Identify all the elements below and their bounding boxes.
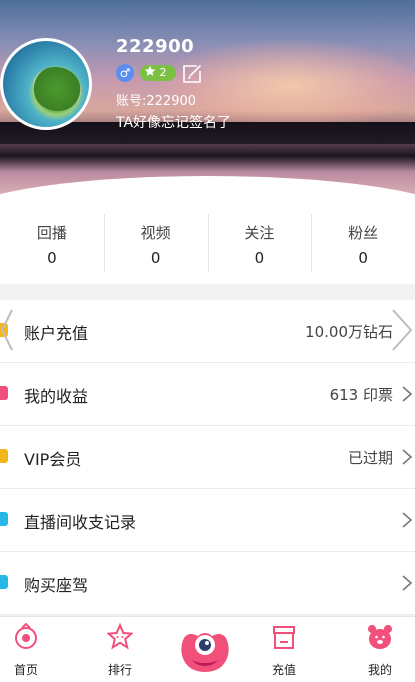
- stat-value: 0: [358, 249, 368, 267]
- records-icon: [0, 512, 8, 526]
- star-icon: [107, 623, 133, 650]
- profile-page: 222900 ♂ 2 账号:222900 TA好像忘记签名了 回播 0 视频 0…: [0, 0, 415, 682]
- edit-icon[interactable]: [181, 63, 203, 85]
- star-icon: [144, 65, 156, 76]
- avatar-image: [33, 67, 81, 111]
- earnings-icon: [0, 386, 8, 400]
- stat-videos[interactable]: 视频 0: [103, 200, 208, 284]
- menu-item-value: 已过期: [347, 449, 393, 467]
- level-badge: 2: [140, 65, 176, 81]
- level-value: 2: [159, 66, 167, 79]
- live-camera-button[interactable]: [178, 628, 232, 674]
- male-gender-icon: ♂: [116, 64, 134, 82]
- menu-item-value: 613 印票: [329, 386, 393, 404]
- chevron-right-icon: [402, 386, 413, 402]
- tab-home[interactable]: 首页: [0, 617, 56, 682]
- chevron-left-icon[interactable]: [0, 308, 14, 352]
- stat-following[interactable]: 关注 0: [207, 200, 312, 284]
- tab-label: 充值: [271, 663, 296, 677]
- tab-label: 首页: [13, 663, 38, 677]
- menu-item-label: 直播间收支记录: [24, 513, 137, 532]
- vip-icon: [0, 449, 8, 463]
- stat-value: 0: [47, 249, 57, 267]
- stat-label: 粉丝: [348, 224, 379, 242]
- tab-mine[interactable]: 我的: [350, 617, 410, 682]
- menu-item-vip[interactable]: VIP会员 已过期: [0, 426, 415, 489]
- menu-item-value: 10.00万钻石: [305, 323, 393, 341]
- home-icon: [15, 623, 37, 649]
- tab-rank[interactable]: 排行: [90, 617, 150, 682]
- chevron-right-icon[interactable]: [391, 308, 415, 352]
- tab-label: 我的: [367, 663, 392, 677]
- avatar[interactable]: [0, 38, 92, 130]
- menu-item-recharge[interactable]: 账户充值 10.00万钻石: [0, 300, 415, 363]
- shop-icon: [273, 626, 295, 649]
- stat-replay[interactable]: 回播 0: [0, 200, 104, 284]
- stat-fans[interactable]: 粉丝 0: [311, 200, 415, 284]
- menu-item-income-records[interactable]: 直播间收支记录: [0, 489, 415, 552]
- signature: TA好像忘记签名了: [116, 115, 232, 131]
- menu-item-label: 我的收益: [24, 387, 89, 406]
- tab-recharge[interactable]: 充值: [254, 617, 314, 682]
- chevron-right-icon: [402, 575, 413, 591]
- stat-value: 0: [254, 249, 265, 267]
- chevron-right-icon: [402, 449, 413, 465]
- menu-item-label: VIP会员: [24, 450, 82, 469]
- stat-label: 回播: [36, 224, 67, 242]
- vehicle-icon: [0, 575, 8, 589]
- username: 222900: [116, 36, 195, 57]
- menu-item-buy-vehicle[interactable]: 购买座驾: [0, 552, 415, 615]
- chevron-right-icon: [402, 512, 413, 528]
- menu-item-label: 购买座驾: [24, 576, 89, 595]
- header-curve: [0, 176, 415, 200]
- account-id: 账号:222900: [116, 94, 197, 109]
- menu-list: 账户充值 10.00万钻石 我的收益 613 印票 VIP会员 已过期 直播间收…: [0, 300, 415, 615]
- bear-icon: [368, 625, 392, 649]
- stats-bar: 回播 0 视频 0 关注 0 粉丝 0: [0, 200, 415, 284]
- menu-item-earnings[interactable]: 我的收益 613 印票: [0, 363, 415, 426]
- tab-label: 排行: [107, 663, 132, 677]
- menu-item-label: 账户充值: [24, 324, 89, 343]
- stat-label: 关注: [244, 224, 275, 242]
- stat-value: 0: [150, 249, 161, 267]
- stat-label: 视频: [140, 224, 171, 242]
